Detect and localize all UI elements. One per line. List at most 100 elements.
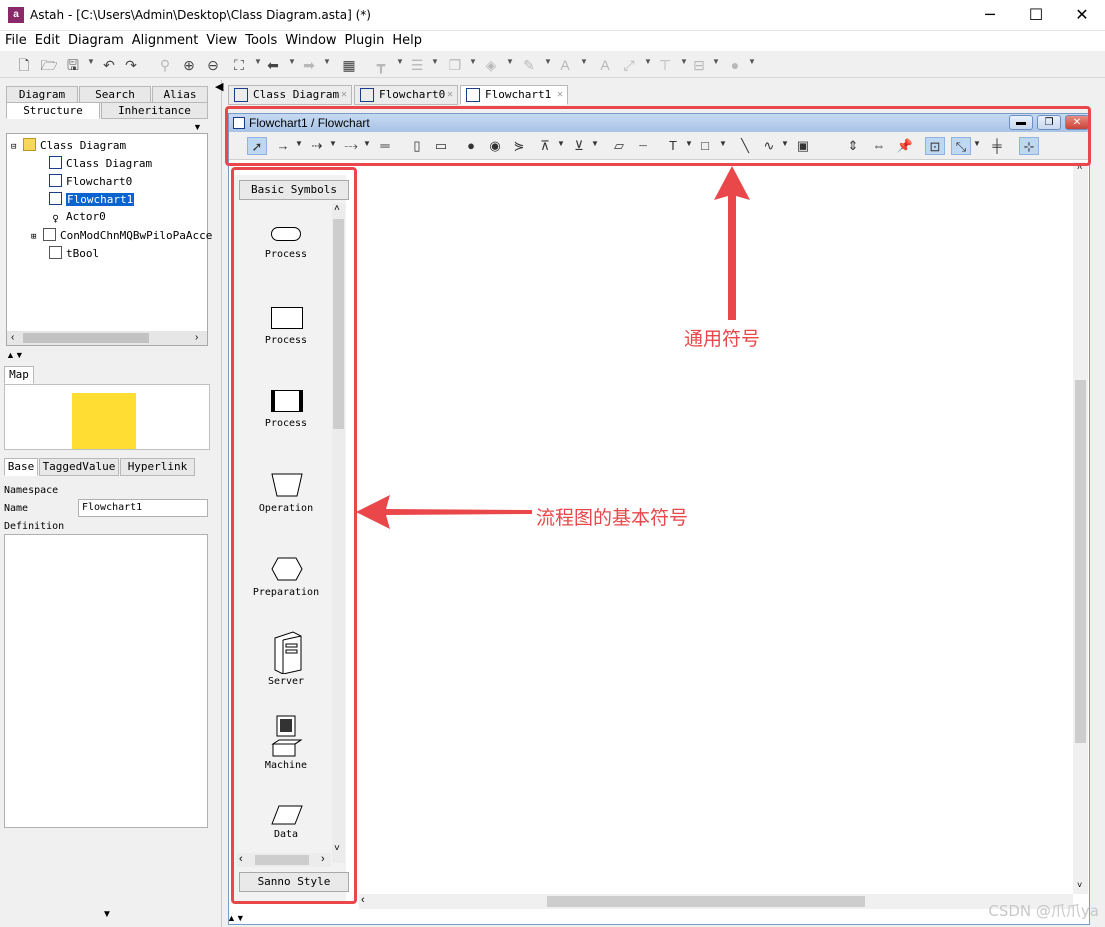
scroll-thumb[interactable]: [23, 333, 149, 343]
tree-item[interactable]: Class Diagram: [49, 156, 152, 170]
menu-view[interactable]: View: [201, 31, 240, 48]
scroll-left-icon[interactable]: ‹: [11, 332, 14, 343]
zoom-out-icon[interactable]: ⊖: [204, 56, 222, 74]
line-dropdown-icon[interactable]: ▼: [544, 57, 552, 66]
menu-tools[interactable]: Tools: [240, 31, 280, 48]
menu-plugin[interactable]: Plugin: [340, 31, 388, 48]
tab-hyperlink[interactable]: Hyperlink: [120, 458, 195, 476]
tree-item-selected[interactable]: Flowchart1: [49, 192, 135, 206]
tree-item[interactable]: ♀ Actor0: [49, 210, 106, 226]
fill-color-icon[interactable]: ◈: [482, 56, 500, 74]
close-tab-icon[interactable]: ✕: [341, 86, 347, 104]
definition-textarea[interactable]: [4, 534, 208, 828]
toolbar-annotation-label: 通用符号: [684, 328, 761, 350]
globe-icon[interactable]: ●: [726, 56, 744, 74]
font-color-icon[interactable]: A: [556, 56, 574, 74]
doc-tab-flowchart0[interactable]: Flowchart0 ✕: [354, 85, 458, 105]
scroll-down-icon[interactable]: ˅: [1077, 880, 1082, 890]
menu-help[interactable]: Help: [387, 31, 425, 48]
canvas-vertical-scrollbar[interactable]: ˄ ˅: [1073, 162, 1088, 894]
tab-base[interactable]: Base: [4, 458, 38, 476]
line-style-dropdown-icon[interactable]: ▼: [644, 57, 652, 66]
save-icon[interactable]: 🖫: [64, 56, 82, 74]
undo-icon[interactable]: ↶: [100, 56, 118, 74]
menu-bar: File Edit Diagram Alignment View Tools Window P…: [0, 31, 1105, 51]
tree-horizontal-scrollbar[interactable]: ‹ ›: [7, 331, 207, 345]
close-tab-icon[interactable]: ✕: [447, 86, 453, 104]
flowchart-icon: [49, 174, 62, 187]
panel-bottom-arrow-icon[interactable]: ▼: [102, 909, 112, 920]
flowchart-icon: [466, 88, 480, 102]
flowchart-icon: [49, 192, 62, 205]
properties-panel: Base TaggedValue Hyperlink Namespace Nam…: [4, 458, 210, 906]
splitter-arrows-icon[interactable]: ▲▼: [6, 350, 24, 360]
forward-dropdown-icon[interactable]: ▼: [323, 57, 331, 66]
map-viewport[interactable]: [72, 393, 136, 449]
arrange-icon[interactable]: ❐: [446, 56, 464, 74]
canvas-horizontal-scrollbar[interactable]: ‹: [359, 894, 1073, 909]
tab-inheritance[interactable]: Inheritance: [101, 102, 208, 119]
align-left-dropdown-icon[interactable]: ▼: [431, 57, 439, 66]
menu-window[interactable]: Window: [280, 31, 339, 48]
panel-collapse-icon[interactable]: ▼: [193, 122, 202, 132]
tree-item[interactable]: tBool: [49, 246, 99, 260]
menu-edit[interactable]: Edit: [30, 31, 63, 48]
doc-tab-class-diagram[interactable]: Class Diagram ✕: [228, 85, 352, 105]
tree-item[interactable]: ⊞ ConModChnMQBwPiloPaAcce: [31, 228, 212, 242]
tab-taggedvalue[interactable]: TaggedValue: [39, 458, 119, 476]
line-color-icon[interactable]: ✎: [520, 56, 538, 74]
back-icon[interactable]: ⬅: [264, 56, 282, 74]
zoom-fit-icon[interactable]: ⚲: [156, 56, 174, 74]
doc-tab-flowchart1[interactable]: Flowchart1 ✕: [460, 85, 568, 105]
tab-diagram[interactable]: Diagram: [6, 86, 78, 103]
save-dropdown-icon[interactable]: ▼: [87, 57, 95, 66]
maximize-button[interactable]: ☐: [1013, 0, 1059, 30]
font-size-icon[interactable]: A: [596, 56, 614, 74]
left-panel-toggle-icon[interactable]: ◀: [215, 80, 223, 93]
fit-dropdown-icon[interactable]: ▼: [254, 57, 262, 66]
fill-dropdown-icon[interactable]: ▼: [506, 57, 514, 66]
scroll-right-icon[interactable]: ›: [195, 332, 198, 343]
expand-icon[interactable]: ⊞: [31, 232, 36, 242]
new-file-icon[interactable]: 🗋: [15, 56, 33, 74]
class-diagram-icon: [234, 88, 248, 102]
menu-diagram[interactable]: Diagram: [63, 31, 127, 48]
redo-icon[interactable]: ↷: [122, 56, 140, 74]
tab-search[interactable]: Search: [79, 86, 151, 103]
align-dropdown-icon[interactable]: ▼: [396, 57, 404, 66]
namespace-label: Namespace: [4, 485, 59, 496]
name-field[interactable]: Flowchart1: [78, 499, 208, 517]
fit-window-icon[interactable]: ⛶: [230, 56, 248, 74]
menu-file[interactable]: File: [0, 31, 30, 48]
splitter-arrows-icon[interactable]: ▲▼: [227, 913, 245, 923]
canvas-vscroll-thumb[interactable]: [1075, 380, 1086, 743]
open-folder-icon[interactable]: 🗁: [40, 56, 58, 74]
forward-icon[interactable]: ➡: [300, 56, 318, 74]
package-icon: [23, 138, 37, 151]
layout-dropdown-icon[interactable]: ▼: [712, 57, 720, 66]
tab-structure[interactable]: Structure: [6, 102, 100, 119]
tree-item[interactable]: ⊟ Class Diagram: [11, 138, 126, 152]
minimize-button[interactable]: ─: [967, 0, 1013, 30]
line-style-icon[interactable]: ⤢: [620, 56, 638, 74]
tree-layout-icon[interactable]: ⊤: [656, 56, 674, 74]
close-tab-icon[interactable]: ✕: [557, 86, 563, 104]
canvas-hscroll-thumb[interactable]: [547, 896, 865, 907]
align-left-icon[interactable]: ☰: [408, 56, 426, 74]
tab-map[interactable]: Map: [4, 366, 34, 384]
tree-dropdown-icon[interactable]: ▼: [680, 57, 688, 66]
close-button[interactable]: ✕: [1059, 0, 1105, 30]
align-top-icon[interactable]: ┳: [372, 56, 390, 74]
tab-alias[interactable]: Alias: [152, 86, 208, 103]
collapse-icon[interactable]: ⊟: [11, 142, 16, 152]
tree-item[interactable]: Flowchart0: [49, 174, 132, 188]
scroll-left-icon[interactable]: ‹: [361, 894, 365, 906]
font-dropdown-icon[interactable]: ▼: [580, 57, 588, 66]
layout-icon[interactable]: ⊟: [690, 56, 708, 74]
arrange-dropdown-icon[interactable]: ▼: [469, 57, 477, 66]
menu-alignment[interactable]: Alignment: [127, 31, 202, 48]
zoom-in-icon[interactable]: ⊕: [180, 56, 198, 74]
back-dropdown-icon[interactable]: ▼: [288, 57, 296, 66]
globe-dropdown-icon[interactable]: ▼: [748, 57, 756, 66]
table-view-icon[interactable]: ▦: [340, 56, 358, 74]
